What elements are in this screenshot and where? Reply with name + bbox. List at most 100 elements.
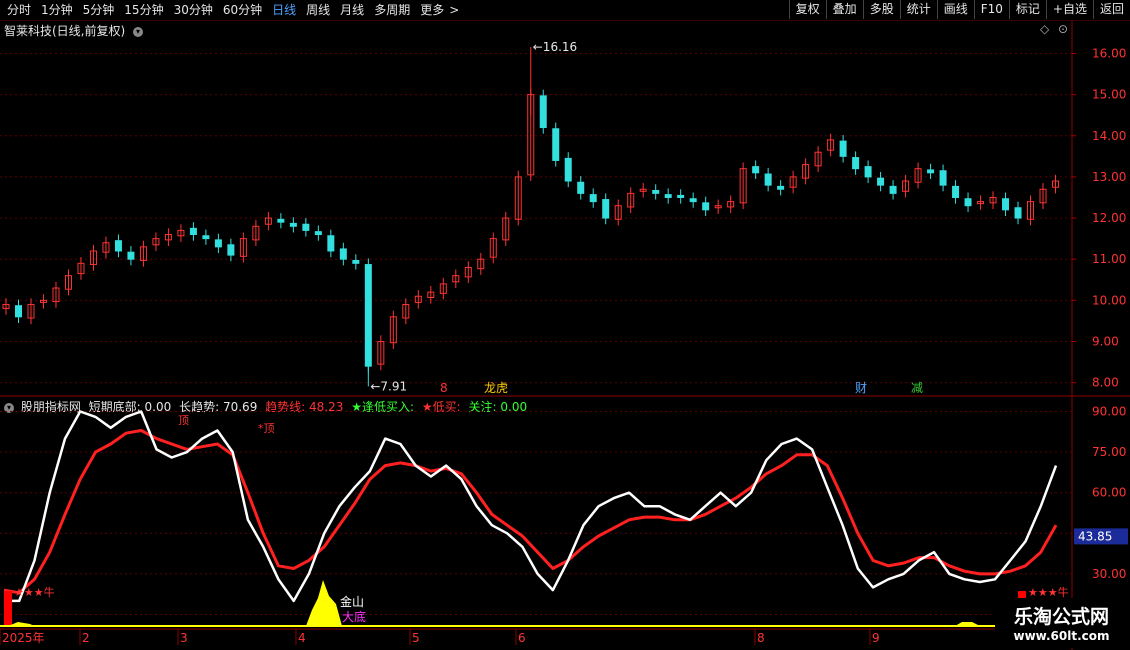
toolbar-button[interactable]: 统计 (899, 0, 937, 19)
event-marker: 减 (911, 381, 923, 395)
candle-body (189, 227, 197, 236)
price-tick-label: 13.00 (1092, 170, 1126, 184)
candle-body (702, 202, 710, 211)
period-tab[interactable]: 5分钟 (78, 2, 120, 18)
period-tab[interactable]: 更多 (415, 2, 449, 18)
x-axis-label: 9 (872, 631, 880, 645)
chevron-down-icon[interactable]: ▾ (133, 26, 144, 37)
period-tab[interactable]: 多周期 (369, 2, 415, 18)
period-tab[interactable]: 30分钟 (169, 2, 218, 18)
bull-star-label: ★★★牛 (14, 585, 55, 599)
indicator-tick-label: 90.00 (1092, 405, 1126, 419)
candle-body (727, 201, 735, 208)
x-axis-label: 3 (180, 631, 188, 645)
bottom-signal-area (955, 622, 980, 626)
candle-body (1027, 201, 1035, 220)
candle-body (814, 151, 822, 167)
candle-body (827, 139, 835, 151)
candle-body (477, 258, 485, 270)
candle-body (589, 194, 597, 203)
x-axis-label: 4 (298, 631, 306, 645)
toolbar-button[interactable]: F10 (973, 0, 1009, 19)
trend-line-value: 48.23 (309, 400, 344, 414)
toolbar-button[interactable]: 多股 (862, 0, 900, 19)
chevron-right-icon[interactable]: > (449, 2, 464, 18)
candle-body (402, 303, 410, 319)
candle-body (389, 316, 397, 344)
bull-signal-bar (4, 591, 12, 627)
period-tab[interactable]: 月线 (335, 2, 369, 18)
low-buy-in-label: ★逢低买入: (351, 400, 415, 414)
candle-body (1052, 180, 1060, 188)
candle-body (164, 234, 172, 241)
candle-body (102, 242, 110, 253)
candle-body (652, 189, 660, 194)
period-tab[interactable]: 周线 (301, 2, 335, 18)
candle-body (1039, 188, 1047, 204)
candle-body (877, 177, 885, 186)
candle-body (152, 238, 160, 246)
candle-body (89, 250, 97, 266)
candle-body (714, 205, 722, 209)
candle-body (614, 205, 622, 220)
toolbar-button[interactable]: +自选 (1045, 0, 1093, 19)
top-toolbar: 分时 1分钟 5分钟 15分钟 30分钟 60分钟 日线 周线 月线 多周期 更多 > 复权 叠加 多股统… (0, 0, 1130, 21)
toolbar-button[interactable]: 叠加 (825, 0, 863, 19)
low-price-label: ←7.91 (370, 379, 407, 393)
candle-body (52, 287, 60, 303)
candle-body (839, 140, 847, 157)
chevron-down-icon[interactable]: ▾ (4, 402, 14, 413)
candle-body (64, 275, 72, 290)
candle-body (139, 246, 147, 261)
short-bottom-value: 0.00 (144, 400, 172, 414)
candle-body (564, 157, 572, 182)
period-tab[interactable]: 分时 (2, 2, 36, 18)
toolbar-button[interactable]: 返回 (1092, 0, 1130, 19)
candle-body (902, 180, 910, 192)
event-marker: 财 (855, 381, 867, 395)
period-tab[interactable]: 日线 (267, 2, 301, 18)
top-signal-label: 顶 (178, 414, 189, 427)
short-bottom-label: 短期底部: (88, 400, 141, 414)
price-tick-label: 10.00 (1092, 293, 1126, 307)
candle-body (777, 185, 785, 190)
candle-body (639, 188, 647, 192)
candle-body (552, 128, 560, 161)
toolbar-button[interactable]: 标记 (1008, 0, 1046, 19)
watch-label: 关注: (468, 400, 497, 414)
toolbar-button[interactable]: 画线 (936, 0, 974, 19)
candle-body (502, 217, 510, 241)
toolbar-button[interactable]: 复权 (788, 0, 826, 19)
price-tick-label: 9.00 (1092, 335, 1119, 349)
diamond-icon: ◇ (1040, 22, 1050, 36)
candle-body (14, 305, 22, 318)
candle-body (864, 166, 872, 178)
candle-body (239, 238, 247, 257)
trend-line-label: 趋势线: (265, 400, 306, 414)
price-tick-label: 14.00 (1092, 129, 1126, 143)
candle-body (939, 170, 947, 186)
candle-body (1014, 207, 1022, 219)
candle-body (252, 225, 260, 241)
candle-body (327, 235, 335, 252)
candle-body (489, 238, 497, 258)
period-tab[interactable]: 15分钟 (119, 2, 168, 18)
candle-body (214, 239, 222, 248)
toolbar-right-buttons: 复权 叠加 多股 统计 画线 F10 标记 +自选 返回 (788, 0, 1130, 19)
bull-star-label: ★★★牛 (1028, 585, 1069, 599)
long-trend-series (4, 410, 1058, 603)
candle-body (377, 341, 385, 365)
indicator-title-line: ▾ 股朋指标网 短期底部: 0.00 长趋势: 70.69 趋势线: 48.23… (4, 398, 527, 415)
candle-body (227, 244, 235, 256)
candle-body (989, 196, 997, 204)
period-tab[interactable]: 1分钟 (36, 2, 78, 18)
watch-value: 0.00 (500, 400, 528, 414)
indicator-tick-label: 45.00 (1092, 526, 1126, 540)
candle-body (1002, 198, 1010, 211)
low-buy-label: ★低买: (421, 400, 461, 414)
candle-body (802, 164, 810, 179)
candle-body (764, 173, 772, 186)
indicator-tick-label: 30.00 (1092, 567, 1126, 581)
candle-body (527, 94, 535, 176)
period-tab[interactable]: 60分钟 (218, 2, 267, 18)
